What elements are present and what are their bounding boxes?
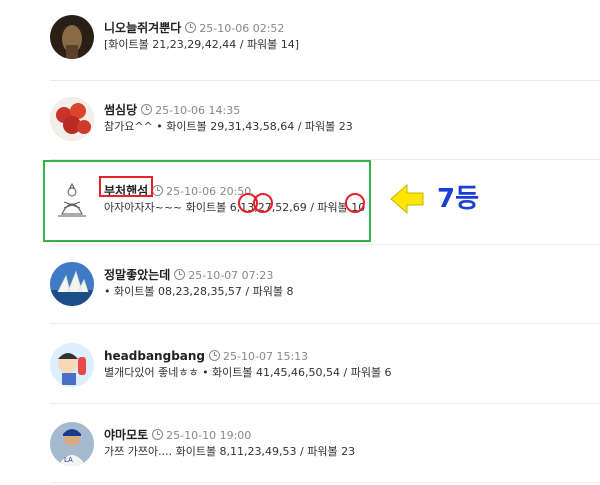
divider [50, 80, 600, 81]
avatar[interactable] [50, 15, 94, 59]
comment-item: 니오늘쥐겨뿐다 25-10-06 02:52 [화이트볼 21,23,29,42,… [50, 15, 580, 65]
comment-item: 정말좋았는데 25-10-07 07:23 • 화이트볼 08,23,28,35,… [50, 262, 580, 312]
comment-text: 별개다있어 좋네ㅎㅎ • 화이트볼 41,45,46,50,54 / 파워볼 6 [104, 366, 392, 379]
number-circle [345, 193, 365, 213]
avatar[interactable] [50, 178, 94, 222]
clock-icon [152, 185, 164, 196]
comment-date: 25-10-06 20:50 [166, 185, 252, 198]
comment-text: 참가요^^ • 화이트볼 29,31,43,58,64 / 파워볼 23 [104, 120, 353, 133]
divider [50, 323, 600, 324]
divider [50, 482, 600, 483]
comment-text: 아자아자자~~~ 화이트볼 6,13,27,52,69 / 파워볼 10 [104, 201, 366, 214]
clock-icon [152, 429, 164, 440]
clock-icon [185, 22, 197, 33]
number-circle [253, 193, 273, 213]
comment-date: 25-10-07 07:23 [188, 269, 274, 282]
avatar[interactable] [50, 343, 94, 387]
avatar[interactable] [50, 262, 94, 306]
comment-date: 25-10-06 14:35 [155, 104, 241, 117]
name-highlight [99, 176, 153, 197]
divider [50, 403, 600, 404]
comment-date: 25-10-07 15:13 [223, 350, 309, 363]
avatar[interactable] [50, 97, 94, 141]
comment-author[interactable]: 정말좋았는데 [104, 268, 170, 282]
clock-icon [209, 350, 221, 361]
comment-text: • 화이트볼 08,23,28,35,57 / 파워볼 8 [104, 285, 294, 298]
arrow-icon [390, 183, 424, 215]
clock-icon [141, 104, 153, 115]
comment-author[interactable]: 니오늘쥐겨뿐다 [104, 21, 181, 35]
comment-date: 25-10-10 19:00 [166, 429, 252, 442]
clock-icon [174, 269, 186, 280]
comment-item: 썸심당 25-10-06 14:35 참가요^^ • 화이트볼 29,31,43,… [50, 97, 580, 147]
comment-author[interactable]: 썸심당 [104, 103, 137, 117]
comment-text: 가쯔 가쯔아.... 화이트볼 8,11,23,49,53 / 파워볼 23 [104, 445, 356, 458]
comment-item: headbangbang 25-10-07 15:13 별개다있어 좋네ㅎㅎ • … [50, 343, 580, 393]
comment-author[interactable]: 야마모토 [104, 428, 148, 442]
comment-item: LA 야마모토 25-10-10 19:00 가쯔 가쯔아.... 화이트볼 8,… [50, 422, 580, 472]
comment-date: 25-10-06 02:52 [199, 22, 285, 35]
divider [50, 244, 600, 245]
comment-author[interactable]: headbangbang [104, 349, 205, 363]
svg-text:LA: LA [64, 456, 73, 464]
avatar[interactable]: LA [50, 422, 94, 466]
comment-text: [화이트볼 21,23,29,42,44 / 파워볼 14] [104, 38, 300, 51]
rank-label: 7등 [437, 184, 480, 214]
